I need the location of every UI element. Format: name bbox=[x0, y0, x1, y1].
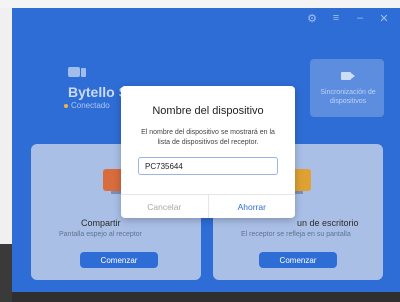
status-label: Conectado bbox=[71, 101, 110, 110]
dialog-title: Nombre del dispositivo bbox=[152, 105, 264, 117]
sync-label: Sincronización de dispositivos bbox=[320, 89, 376, 105]
connection-status: Conectado bbox=[64, 101, 110, 110]
menu-icon[interactable]: ≡ bbox=[330, 12, 342, 24]
device-name-dialog: Nombre del dispositivo El nombre del dis… bbox=[121, 86, 295, 218]
cancel-button[interactable]: Cancelar bbox=[121, 195, 209, 218]
close-icon[interactable]: ✕ bbox=[378, 12, 390, 25]
save-button[interactable]: Ahorrar bbox=[209, 195, 296, 218]
minimize-icon[interactable]: – bbox=[354, 12, 366, 24]
camera-icon bbox=[341, 72, 355, 80]
window-controls: ⚙ ≡ – ✕ bbox=[306, 12, 390, 25]
dialog-description: El nombre del dispositivo se mostrará en… bbox=[141, 129, 275, 146]
bottom-edge bbox=[12, 292, 400, 302]
start-share-button[interactable]: Comenzar bbox=[80, 252, 158, 268]
card-subtitle: Pantalla espejo al receptor bbox=[59, 231, 142, 238]
top-strip bbox=[0, 0, 400, 8]
status-dot-icon bbox=[64, 103, 68, 108]
devices-icon bbox=[68, 65, 86, 79]
device-name-input[interactable] bbox=[138, 157, 278, 175]
desktop-corner bbox=[0, 244, 12, 302]
start-mirror-button[interactable]: Comenzar bbox=[259, 252, 337, 268]
dialog-footer: Cancelar Ahorrar bbox=[121, 194, 295, 218]
card-subtitle: El receptor se refleja en su pantalla bbox=[241, 231, 351, 238]
sync-devices-button[interactable]: Sincronización de dispositivos bbox=[310, 59, 384, 117]
card-title: Compartir bbox=[81, 218, 121, 228]
settings-icon[interactable]: ⚙ bbox=[306, 12, 318, 25]
card-title: un de escritorio bbox=[297, 218, 359, 228]
